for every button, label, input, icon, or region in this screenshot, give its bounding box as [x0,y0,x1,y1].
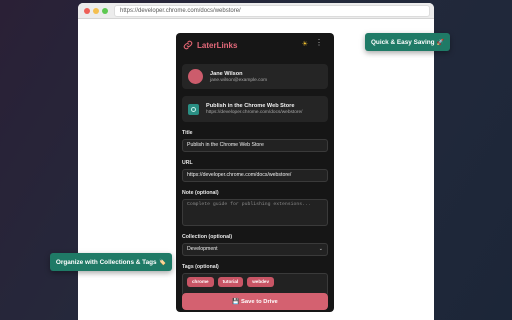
maximize-window-button[interactable] [102,7,108,14]
title-label: Title [182,130,193,136]
badge-saving-text: Quick & Easy Saving [370,38,435,46]
avatar [188,69,203,84]
rocket-icon: 🚀 [436,39,445,46]
note-textarea[interactable]: Complete guide for publishing extensions… [182,199,328,226]
user-name: Jane Wilson [210,70,243,77]
sun-icon[interactable]: ☀ [302,40,308,48]
collection-value: Development [187,246,218,252]
note-label: Note (optional) [182,190,219,196]
feature-badge-organize: Organize with Collections & Tags 🏷️ [50,253,172,271]
current-page-card: Publish in the Chrome Web Store https://… [182,96,328,122]
close-window-button[interactable] [84,7,90,14]
user-email: jane.wilson@example.com [210,77,268,83]
popup-header: LaterLinks ☀ ⋮ [182,33,328,57]
badge-organize-text: Organize with Collections & Tags [55,258,157,266]
kebab-menu-icon[interactable]: ⋮ [315,39,323,47]
feature-badge-saving: Quick & Easy Saving 🚀 [365,33,450,51]
address-bar[interactable]: https://developer.chrome.com/docs/websto… [114,5,430,17]
title-input[interactable]: Publish in the Chrome Web Store [182,139,328,152]
link-icon [183,40,193,50]
collection-select[interactable]: Development ⌄ [182,243,328,256]
tag-chip[interactable]: chrome [187,277,214,287]
page-favicon-icon [188,103,199,115]
minimize-window-button[interactable] [93,7,99,14]
tag-chip[interactable]: tutorial [217,277,244,287]
url-input[interactable]: https://developer.chrome.com/docs/websto… [182,169,328,182]
url-label: URL [182,160,193,166]
user-card: Jane Wilson jane.wilson@example.com [182,64,328,89]
tag-chip[interactable]: webdev [247,277,275,287]
save-to-drive-button[interactable]: 💾 Save to Drive [182,293,328,310]
extension-popup: LaterLinks ☀ ⋮ Jane Wilson jane.wilson@e… [176,33,334,312]
collection-label: Collection (optional) [182,234,233,240]
page-url: https://developer.chrome.com/docs/websto… [206,110,303,115]
chevron-down-icon: ⌄ [318,246,323,252]
page-title: Publish in the Chrome Web Store [206,103,295,109]
tags-label: Tags (optional) [182,264,219,270]
label-tag-icon: 🏷️ [158,259,167,266]
app-title: LaterLinks [197,40,238,50]
browser-toolbar: https://developer.chrome.com/docs/websto… [78,3,434,19]
